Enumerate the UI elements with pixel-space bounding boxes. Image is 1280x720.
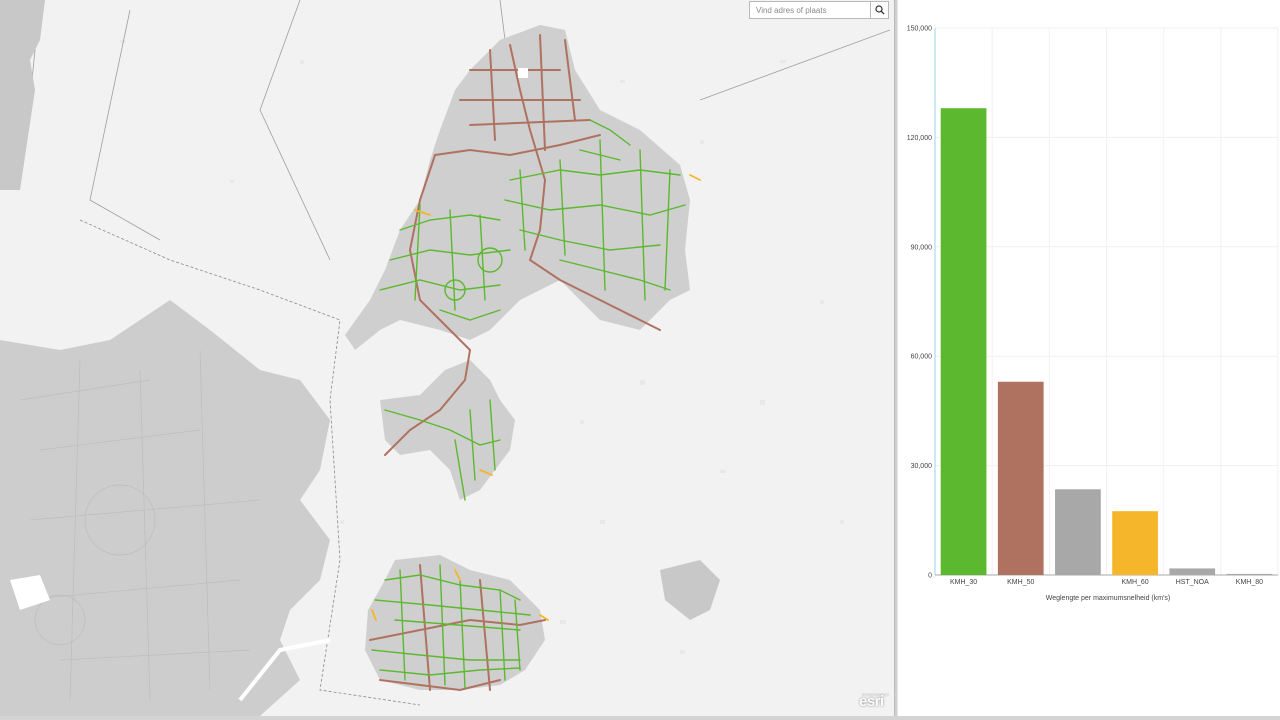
bar-hst-noa[interactable] [1169,568,1216,575]
search-icon [874,5,884,15]
app-root: POWERED BY esri 0 30,000 60,000 90,000 120,0… [0,0,1280,720]
y-tick-label: 90,000 [911,244,933,251]
bar-kmh-80[interactable] [1226,573,1273,575]
bottom-border [0,716,1280,720]
x-tick-label: HST_NOA [1176,579,1209,586]
y-tick-label: 150,000 [907,26,932,33]
bar-unlabeled[interactable] [1055,489,1101,575]
x-axis-title: Weglengte per maximumsnelheid (km's) [1046,595,1171,602]
y-tick-label: 120,000 [907,135,932,142]
x-tick-label: KMH_60 [1121,579,1148,586]
map-view[interactable]: POWERED BY esri [0,0,894,716]
y-tick-label: 30,000 [911,463,933,470]
bar-chart: 0 30,000 60,000 90,000 120,000 150,000 KMH_30… [907,26,1279,602]
x-tick-label: KMH_30 [950,579,977,586]
basemap [0,0,894,716]
bar-kmh-50[interactable] [997,381,1044,575]
y-tick-label: 0 [928,573,932,580]
y-tick-label: 60,000 [911,354,933,361]
x-tick-label: KMH_50 [1007,579,1034,586]
chart-panel: 0 30,000 60,000 90,000 120,000 150,000 KMH_30… [898,0,1280,716]
search-button[interactable] [870,1,889,19]
y-axis-ticks: 0 30,000 60,000 90,000 120,000 150,000 [907,26,932,580]
esri-logo[interactable]: esri [859,693,884,710]
x-tick-label: KMH_80 [1236,579,1263,586]
search-input[interactable] [749,1,870,19]
bar-kmh-30[interactable] [940,108,987,575]
bar-kmh-60[interactable] [1112,511,1158,575]
x-axis-ticks: KMH_30 KMH_50 KMH_60 HST_NOA KMH_80 [950,579,1263,586]
search-bar [749,1,889,19]
chart-grid [935,27,1279,575]
